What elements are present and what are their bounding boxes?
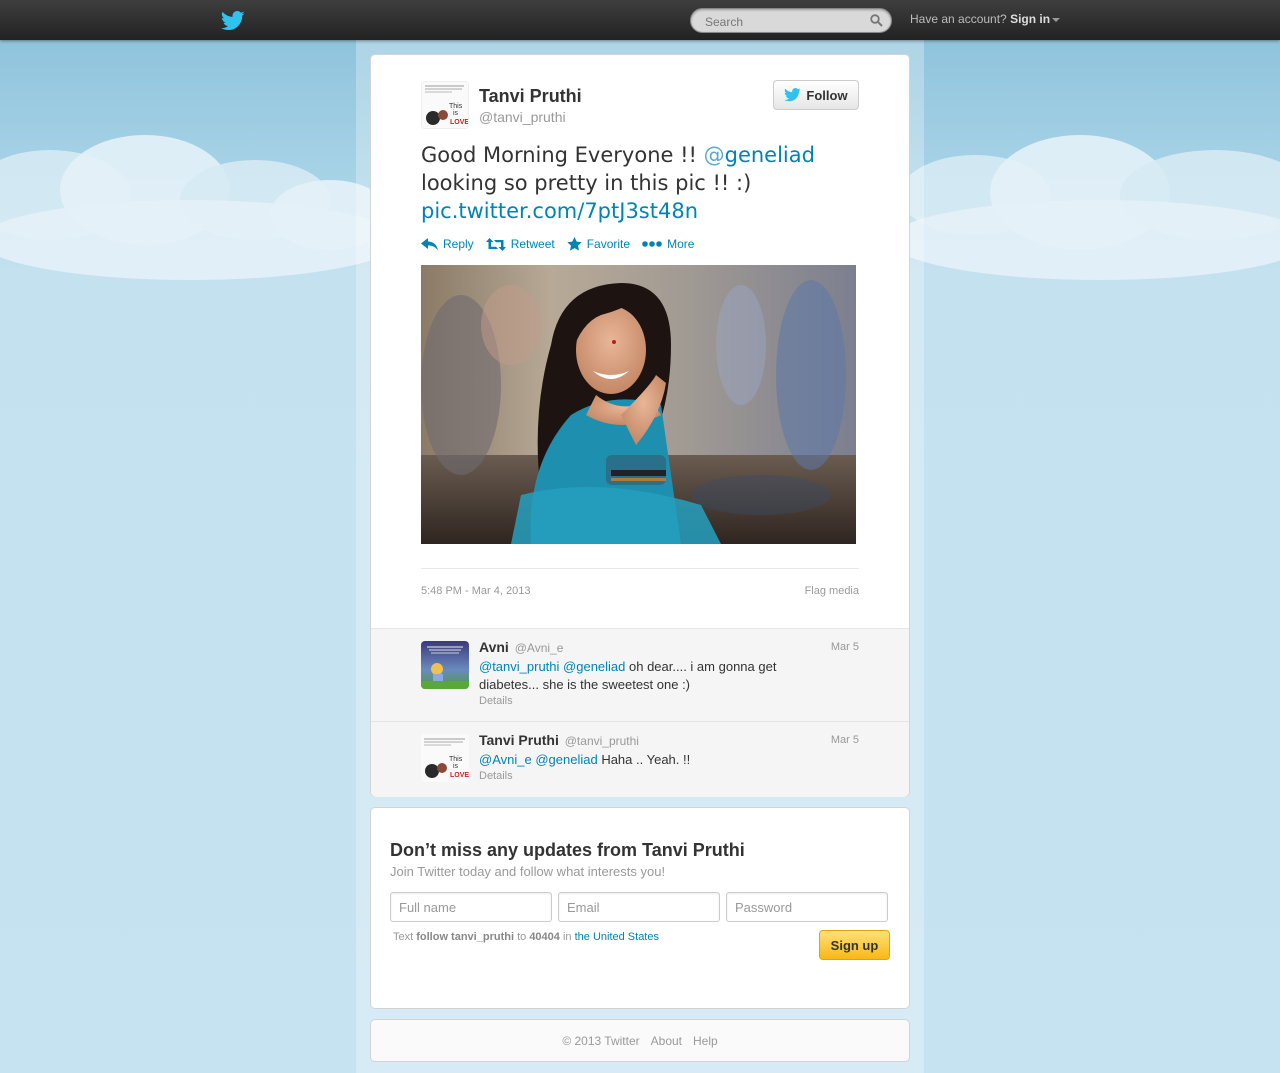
author-avatar[interactable]: This is LOVE [421, 81, 469, 129]
reply-body: Haha .. Yeah. !! [597, 752, 691, 767]
reply-tweet[interactable]: Avni @Avni_e Mar 5 @tanvi_pruthi @geneli… [371, 628, 909, 721]
tweet-text: Good Morning Everyone !! @geneliad looki… [421, 141, 861, 225]
retweet-button[interactable]: Retweet [485, 237, 555, 251]
svg-text:is: is [453, 763, 459, 770]
sign-up-button[interactable]: Sign up [819, 930, 890, 960]
account-menu[interactable]: Have an account? Sign in [910, 12, 1061, 26]
follow-button[interactable]: Follow [773, 80, 859, 110]
tweet-timestamp[interactable]: 5:48 PM - Mar 4, 2013 [421, 585, 530, 597]
retweet-label: Retweet [510, 237, 555, 251]
search-box[interactable] [690, 8, 892, 33]
reply-text: @Avni_e @geneliad Haha .. Yeah. !! [479, 751, 819, 769]
reply-label: Reply [443, 237, 474, 251]
reply-author[interactable]: Avni @Avni_e [479, 639, 563, 655]
reply-author[interactable]: Tanvi Pruthi @tanvi_pruthi [479, 732, 639, 748]
star-icon [567, 237, 582, 251]
more-dots-icon [642, 241, 662, 247]
sms-country-link[interactable]: the United States [575, 931, 659, 943]
sms-command: follow tanvi_pruthi [416, 931, 515, 943]
tweet-text-part: Good Morning Everyone !! [421, 143, 704, 167]
reply-avatar[interactable] [421, 641, 469, 689]
account-prompt: Have an account? [910, 12, 1007, 26]
reply-button[interactable]: Reply [421, 237, 474, 251]
favorite-label: Favorite [586, 237, 631, 251]
signup-title: Don’t miss any updates from Tanvi Pruthi [390, 840, 745, 860]
author-name[interactable]: Tanvi Pruthi [479, 86, 582, 107]
signup-subtitle: Join Twitter today and follow what inter… [390, 864, 666, 879]
reply-mention-link[interactable]: @geneliad [535, 752, 597, 767]
reply-text: @tanvi_pruthi @geneliad oh dear.... i am… [479, 658, 819, 694]
reply-details-link[interactable]: Details [479, 695, 513, 707]
reply-icon [421, 237, 438, 250]
svg-text:LOVE: LOVE [450, 772, 469, 779]
footer: © 2013 Twitter About Help [370, 1019, 910, 1062]
more-label: More [667, 237, 695, 251]
about-link[interactable]: About [651, 1034, 682, 1048]
reply-author-handle: @tanvi_pruthi [564, 734, 639, 748]
tweet-card: This is LOVE Tanvi Pruthi @tanvi_pruthi … [370, 54, 910, 797]
signup-card: Don’t miss any updates from Tanvi Pruthi… [370, 807, 910, 1009]
sign-in-link[interactable]: Sign in [1010, 12, 1050, 26]
help-link[interactable]: Help [693, 1034, 718, 1048]
sms-follow-instructions: Text follow tanvi_pruthi to 40404 in the… [393, 931, 659, 943]
follow-label: Follow [806, 87, 848, 103]
mention-username: geneliad [724, 143, 815, 167]
reply-date[interactable]: Mar 5 [831, 641, 859, 653]
password-field[interactable] [726, 892, 888, 922]
reply-author-name: Tanvi Pruthi [479, 732, 559, 748]
tweet-actions: Reply Retweet Favorite More [421, 237, 694, 251]
favorite-button[interactable]: Favorite [567, 237, 630, 251]
sms-text: to [514, 931, 530, 943]
sms-text: in [559, 931, 575, 943]
search-input[interactable] [703, 12, 867, 31]
caret-down-icon[interactable] [1052, 17, 1061, 22]
email-field[interactable] [558, 892, 720, 922]
mention-at-symbol: @ [703, 143, 725, 167]
reply-mention-link[interactable]: @tanvi_pruthi [479, 659, 559, 674]
flag-media-link[interactable]: Flag media [805, 585, 859, 597]
sms-text: Text [393, 931, 417, 943]
tweet-media-photo[interactable] [421, 265, 856, 544]
divider [421, 568, 859, 569]
svg-text:This: This [449, 756, 463, 763]
author-handle[interactable]: @tanvi_pruthi [479, 109, 566, 125]
twitter-bird-icon[interactable] [221, 11, 245, 31]
reply-author-name: Avni [479, 639, 509, 655]
tweet-pic-link[interactable]: pic.twitter.com/7ptJ3st48n [421, 199, 698, 223]
reply-mention-link[interactable]: @geneliad [563, 659, 625, 674]
reply-details-link[interactable]: Details [479, 770, 513, 782]
copyright: © 2013 Twitter [562, 1033, 640, 1048]
more-button[interactable]: More [642, 237, 694, 251]
top-navigation-bar: Have an account? Sign in [0, 0, 1280, 40]
twitter-bird-icon [784, 88, 802, 102]
reply-avatar[interactable]: This is LOVE [421, 734, 469, 782]
reply-author-handle: @Avni_e [514, 641, 564, 655]
reply-tweet[interactable]: This is LOVE Tanvi Pruthi @tanvi_pruthi … [371, 721, 909, 797]
reply-date[interactable]: Mar 5 [831, 734, 859, 746]
svg-text:LOVE: LOVE [450, 119, 468, 126]
retweet-icon [485, 237, 506, 251]
tweet-text-part: looking so pretty in this pic !! :) [421, 171, 752, 195]
sms-number: 40404 [529, 931, 560, 943]
svg-text:This: This [449, 103, 463, 110]
full-name-field[interactable] [390, 892, 552, 922]
svg-text:is: is [453, 110, 459, 117]
reply-mention-link[interactable]: @Avni_e [479, 752, 532, 767]
tweet-mention-link[interactable]: @geneliad [704, 143, 815, 167]
magnifier-icon[interactable] [870, 14, 883, 27]
